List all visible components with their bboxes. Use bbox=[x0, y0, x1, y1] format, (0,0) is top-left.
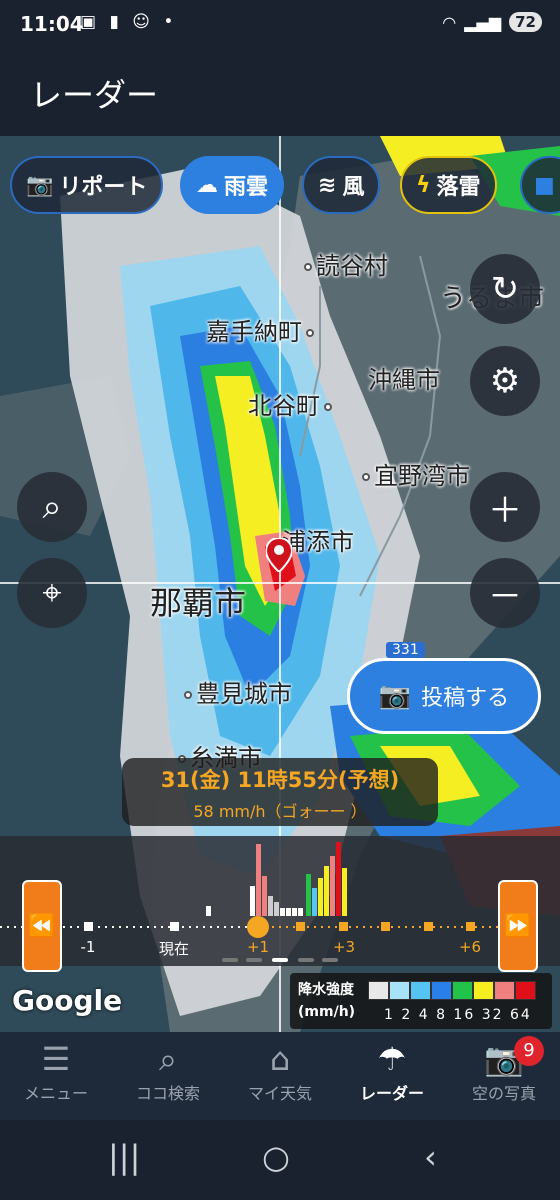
status-bar: 11:04 ▣ ▮ ☺ • ◠ ▂▄▆ 72 bbox=[0, 0, 560, 52]
nav-label: レーダー bbox=[359, 1084, 424, 1103]
nav-label: マイ天気 bbox=[247, 1084, 312, 1103]
nav-label: 空の写真 bbox=[471, 1084, 536, 1103]
wifi-icon: ◠ bbox=[442, 12, 457, 32]
nav-search[interactable]: ⌕ ココ検索 bbox=[112, 1032, 224, 1120]
umbrella-icon: ☂ bbox=[377, 1040, 407, 1078]
timeline-label: 現在 bbox=[158, 940, 189, 958]
plus-icon: ＋ bbox=[488, 490, 522, 531]
search-button[interactable]: ⌕ bbox=[17, 472, 87, 542]
wind-icon: ≋ bbox=[318, 172, 337, 198]
legend-swatch bbox=[368, 981, 389, 1000]
timeline-panel: ⏪ ⏩ -1 現在 +1 +3 +6 bbox=[0, 836, 560, 972]
signal-icon: ▂▄▆ bbox=[464, 12, 502, 32]
recent-apps-button[interactable]: ||| bbox=[108, 1138, 140, 1176]
nav-menu[interactable]: ☰ メニュー bbox=[0, 1032, 112, 1120]
lightning-icon: ϟ bbox=[416, 172, 431, 198]
post-photo-button[interactable]: 📷 投稿する bbox=[347, 658, 541, 734]
video-icon: ■ bbox=[534, 172, 555, 198]
location-pin-icon bbox=[266, 538, 292, 572]
layer-chip-label: 落雷 bbox=[436, 175, 481, 200]
radar-map[interactable]: 📷 リポート ☁ 雨雲 ≋ 風 ϟ 落雷 ■ 読谷村 うるま市 嘉手納町 沖縄市… bbox=[0, 136, 560, 1032]
layer-chip-label: 雨雲 bbox=[224, 175, 269, 200]
legend-swatch bbox=[431, 981, 452, 1000]
forecast-time: 31(金) 11時55分(予想) bbox=[160, 768, 400, 792]
rewind-button[interactable]: ⏪ bbox=[22, 880, 62, 972]
nav-label: ココ検索 bbox=[135, 1084, 200, 1103]
precipitation-legend: 降水強度 (mm/h) 1 2 4 8 16 32 64 bbox=[290, 973, 552, 1029]
place-label: 豊見城市 bbox=[184, 674, 292, 709]
nav-sky-photos[interactable]: 📷 空の写真 9 bbox=[448, 1032, 560, 1120]
nav-label: メニュー bbox=[23, 1084, 88, 1103]
menu-icon: ☰ bbox=[41, 1040, 71, 1078]
legend-swatch bbox=[389, 981, 410, 1000]
fast-forward-icon: ⏩ bbox=[504, 913, 532, 939]
legend-swatch bbox=[515, 981, 536, 1000]
legend-swatch bbox=[473, 981, 494, 1000]
notification-badge: 9 bbox=[514, 1036, 544, 1066]
page-title: レーダー bbox=[30, 76, 159, 114]
place-label: 那覇市 bbox=[150, 584, 247, 622]
layer-chip-label: リポート bbox=[59, 175, 148, 200]
google-logo: Google bbox=[12, 984, 123, 1017]
legend-title: 降水強度 (mm/h) bbox=[298, 982, 356, 1020]
search-icon: ⌕ bbox=[42, 487, 62, 527]
layer-chip-lightning[interactable]: ϟ 落雷 bbox=[400, 156, 497, 214]
forecast-info: 31(金) 11時55分(予想) 58 mm/h（ゴォーー ） bbox=[122, 758, 438, 826]
layer-chip-rain[interactable]: ☁ 雨雲 bbox=[180, 156, 285, 214]
route-shield: 331 bbox=[386, 642, 425, 658]
layer-chip-label: 風 bbox=[342, 175, 365, 200]
status-right: ◠ ▂▄▆ 72 bbox=[442, 12, 542, 32]
zoom-out-button[interactable]: － bbox=[470, 558, 540, 628]
gear-icon: ⚙ bbox=[489, 361, 521, 401]
back-button[interactable]: ‹ bbox=[424, 1138, 437, 1176]
timeline-label: +3 bbox=[332, 938, 356, 956]
status-time: 11:04 bbox=[20, 12, 84, 36]
rain-cloud-icon: ☁ bbox=[196, 172, 218, 198]
place-label: 読谷村 bbox=[304, 246, 388, 281]
battery-indicator: 72 bbox=[509, 12, 542, 32]
post-button-label: 投稿する bbox=[421, 686, 510, 711]
refresh-button[interactable]: ↻ bbox=[470, 254, 540, 324]
legend-values: 1 2 4 8 16 32 64 bbox=[384, 1007, 532, 1023]
nav-my-weather[interactable]: ⌂ マイ天気 bbox=[224, 1032, 336, 1120]
home-icon: ⌂ bbox=[269, 1040, 291, 1078]
rewind-icon: ⏪ bbox=[28, 913, 56, 939]
timeline-label: +6 bbox=[458, 938, 482, 956]
camera-icon: 📷 bbox=[26, 172, 54, 198]
app-header: レーダー bbox=[0, 52, 560, 136]
legend-swatch bbox=[452, 981, 473, 1000]
place-label: 宜野湾市 bbox=[362, 456, 470, 491]
camera-icon: 📷 bbox=[378, 681, 412, 711]
place-label: 嘉手納町 bbox=[206, 312, 318, 347]
nav-radar[interactable]: ☂ レーダー bbox=[336, 1032, 448, 1120]
system-navigation: ||| ○ ‹ bbox=[0, 1120, 560, 1200]
legend-swatch bbox=[494, 981, 515, 1000]
place-label: 沖縄市 bbox=[368, 366, 440, 394]
legend-swatch bbox=[410, 981, 431, 1000]
timeline-label: +1 bbox=[246, 938, 270, 956]
fast-forward-button[interactable]: ⏩ bbox=[498, 880, 538, 972]
search-icon: ⌕ bbox=[159, 1040, 177, 1078]
bottom-navigation: ☰ メニュー ⌕ ココ検索 ⌂ マイ天気 ☂ レーダー 📷 空の写真 9 bbox=[0, 1032, 560, 1120]
forecast-intensity: 58 mm/h（ゴォーー ） bbox=[193, 802, 367, 821]
settings-button[interactable]: ⚙ bbox=[470, 346, 540, 416]
minus-icon: － bbox=[488, 576, 522, 617]
current-location-button[interactable]: ⌖ bbox=[17, 558, 87, 628]
crosshair-icon: ⌖ bbox=[42, 573, 62, 613]
timeline-label: -1 bbox=[80, 938, 96, 956]
place-label: 北谷町 bbox=[248, 386, 336, 421]
layer-chip-wind[interactable]: ≋ 風 bbox=[302, 156, 381, 214]
refresh-icon: ↻ bbox=[490, 269, 520, 309]
home-button[interactable]: ○ bbox=[262, 1138, 290, 1176]
layer-chip-report[interactable]: 📷 リポート bbox=[10, 156, 164, 214]
notification-icons: ▣ ▮ ☺ • bbox=[80, 12, 178, 32]
zoom-in-button[interactable]: ＋ bbox=[470, 472, 540, 542]
